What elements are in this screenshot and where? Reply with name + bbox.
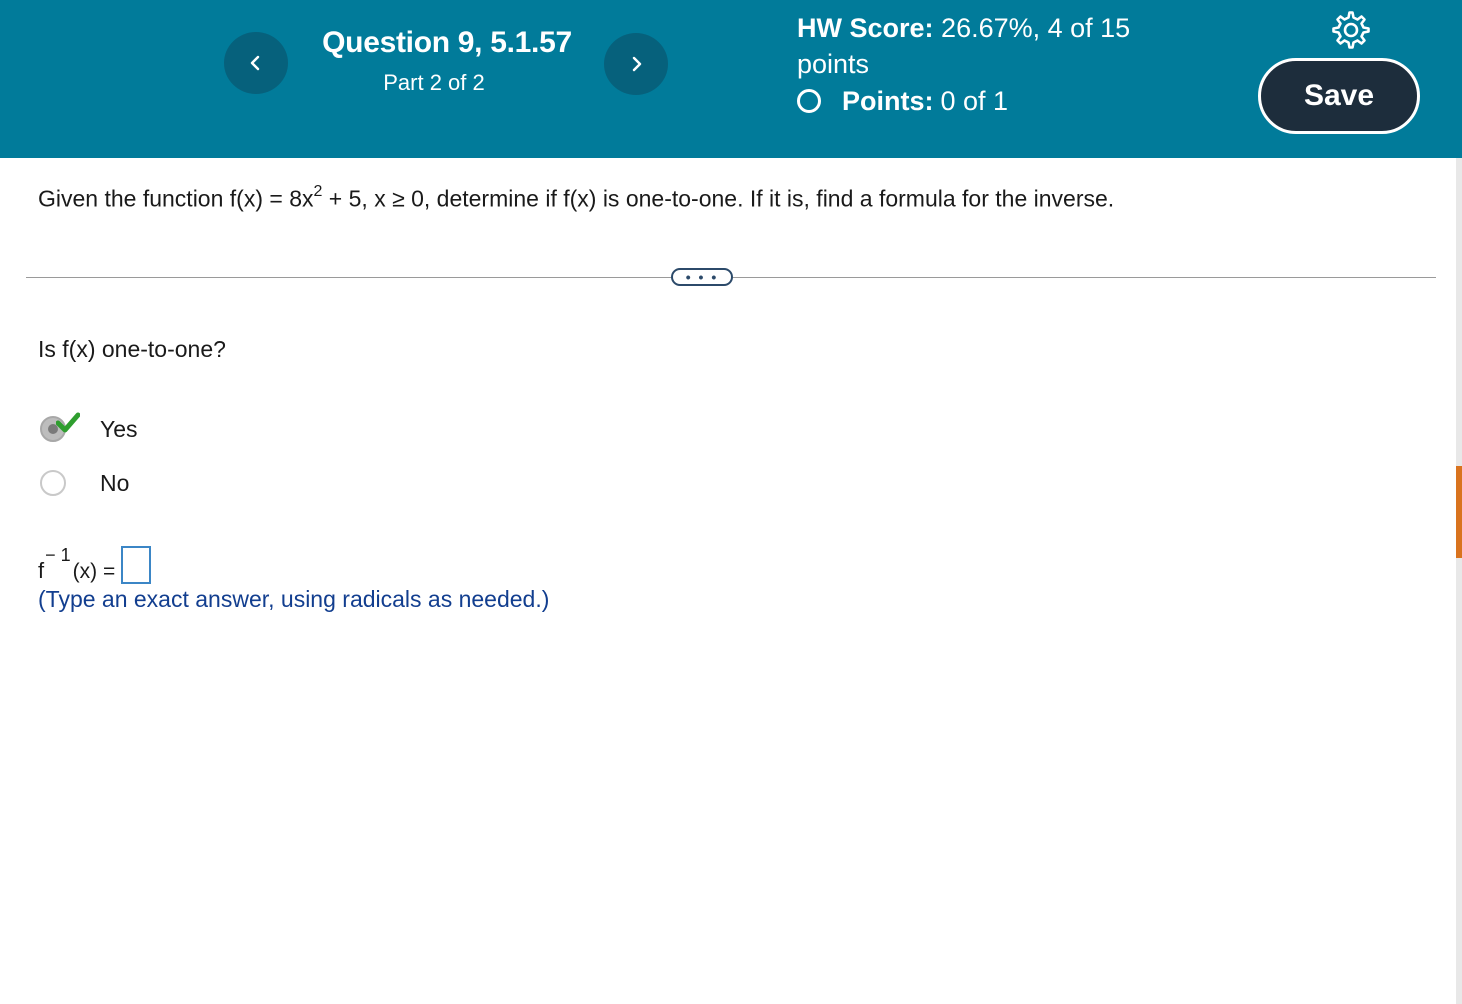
next-question-button[interactable]: [604, 33, 668, 95]
radio-yes[interactable]: [40, 412, 80, 442]
hw-score-value: 26.67%, 4 of 15: [941, 13, 1131, 43]
question-part-label: Part 2 of 2: [383, 70, 485, 95]
save-button[interactable]: Save: [1258, 58, 1420, 134]
points-status: Points: 0 of 1: [797, 83, 1008, 119]
inverse-exponent: − 1: [45, 545, 71, 565]
option-label: Yes: [100, 415, 138, 442]
question-header: Question 9, 5.1.57 Part 2 of 2 HW Score:…: [0, 0, 1456, 158]
inverse-arg: (x) =: [72, 560, 116, 583]
chevron-right-icon: [632, 56, 642, 72]
right-edge-header: [1456, 0, 1462, 158]
gear-icon[interactable]: [1331, 10, 1371, 50]
prompt-text-start: Given the function f(x) = 8x: [38, 185, 314, 212]
show-more-button[interactable]: • • •: [671, 268, 733, 286]
points-label: Points:: [842, 85, 934, 116]
hw-score: HW Score: 26.67%, 4 of 15 points: [797, 10, 1177, 82]
side-panel-tab[interactable]: [1456, 466, 1462, 558]
answer-hint: (Type an exact answer, using radicals as…: [38, 586, 550, 612]
points-value: 0 of 1: [940, 85, 1009, 116]
option-label: No: [100, 469, 130, 496]
inverse-answer-row: f − 1 (x) =: [38, 540, 152, 584]
inverse-function-name: f: [38, 558, 45, 583]
previous-question-button[interactable]: [224, 32, 288, 94]
question-prompt: Given the function f(x) = 8x2 + 5, x ≥ 0…: [38, 183, 1115, 213]
points-circle-icon: [797, 89, 821, 113]
checkmark-icon: [56, 412, 80, 433]
option-no[interactable]: No: [40, 467, 129, 499]
inverse-answer-input[interactable]: [121, 546, 152, 584]
sub-question: Is f(x) one-to-one?: [38, 336, 226, 362]
chevron-left-icon: [250, 55, 260, 71]
ellipsis-icon: • • •: [685, 269, 719, 285]
question-title: Question 9, 5.1.57: [322, 26, 572, 59]
hw-score-unit: points: [797, 49, 870, 79]
option-yes[interactable]: Yes: [40, 412, 138, 445]
prompt-text-end: + 5, x ≥ 0, determine if f(x) is one-to-…: [322, 185, 1115, 212]
radio-no[interactable]: [40, 470, 66, 496]
hw-score-label: HW Score:: [797, 13, 934, 43]
prompt-exponent: 2: [313, 183, 323, 200]
